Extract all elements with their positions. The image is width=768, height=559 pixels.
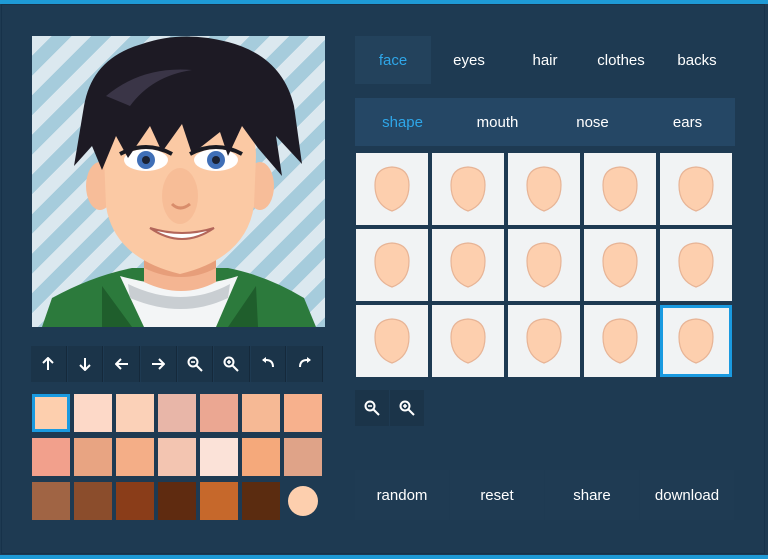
face-shape-icon [526, 166, 562, 212]
skin-swatch[interactable] [116, 438, 154, 476]
skin-swatch[interactable] [200, 394, 238, 432]
grid-zoom-in-button[interactable] [390, 390, 424, 426]
skin-swatch[interactable] [158, 394, 196, 432]
face-shape-icon [450, 242, 486, 288]
tab-backs[interactable]: backs [659, 36, 735, 84]
zoom-out-icon [187, 356, 203, 372]
custom-skin-color[interactable] [288, 486, 318, 516]
skin-swatch[interactable] [32, 482, 70, 520]
face-shape-option[interactable] [660, 229, 732, 301]
avatar-preview [32, 36, 325, 327]
undo-button[interactable] [250, 346, 287, 382]
face-shape-option[interactable] [584, 153, 656, 225]
move-down-button[interactable] [67, 346, 104, 382]
face-shape-icon [526, 318, 562, 364]
face-subtabs: shape mouth nose ears [355, 98, 735, 146]
random-button[interactable]: random [355, 470, 449, 520]
face-shape-icon [602, 318, 638, 364]
subtab-ears[interactable]: ears [640, 98, 735, 146]
arrow-down-icon [79, 358, 91, 371]
subtab-nose[interactable]: nose [545, 98, 640, 146]
face-shape-option[interactable] [660, 305, 732, 377]
redo-icon [298, 357, 311, 368]
skin-swatch[interactable] [242, 438, 280, 476]
face-shape-option[interactable] [356, 229, 428, 301]
zoom-in-icon [223, 356, 240, 372]
grid-zoom-out-button[interactable] [355, 390, 389, 426]
reset-button[interactable]: reset [450, 470, 544, 520]
skin-swatch[interactable] [158, 482, 196, 520]
face-shape-option[interactable] [508, 229, 580, 301]
move-up-button[interactable] [31, 346, 67, 382]
face-shape-icon [678, 166, 714, 212]
face-shape-icon [450, 166, 486, 212]
download-button[interactable]: download [640, 470, 734, 520]
tab-clothes[interactable]: clothes [583, 36, 659, 84]
skin-swatch[interactable] [116, 482, 154, 520]
tab-hair[interactable]: hair [507, 36, 583, 84]
subtab-shape[interactable]: shape [355, 98, 450, 146]
face-shape-icon [602, 242, 638, 288]
skin-swatch[interactable] [74, 394, 112, 432]
face-shape-grid [356, 153, 736, 381]
skin-swatch[interactable] [200, 438, 238, 476]
zoom-in-icon [399, 400, 415, 416]
arrow-right-icon [152, 358, 166, 370]
face-shape-option[interactable] [584, 305, 656, 377]
move-right-button[interactable] [140, 346, 177, 382]
arrow-up-icon [42, 357, 55, 370]
skin-swatch[interactable] [284, 394, 322, 432]
face-shape-icon [678, 242, 714, 288]
avatar-controls-bar [31, 346, 324, 382]
face-shape-icon [374, 242, 410, 288]
skin-swatch[interactable] [32, 394, 70, 432]
zoom-out-icon [364, 400, 380, 416]
face-shape-option[interactable] [584, 229, 656, 301]
zoom-in-button[interactable] [214, 346, 250, 382]
skin-swatch[interactable] [242, 394, 280, 432]
avatar-illustration [42, 36, 316, 327]
face-shape-icon [374, 318, 410, 364]
face-shape-icon [450, 318, 486, 364]
face-shape-option[interactable] [432, 229, 504, 301]
redo-button[interactable] [287, 346, 323, 382]
tab-eyes[interactable]: eyes [431, 36, 507, 84]
undo-icon [262, 357, 275, 368]
face-shape-icon [526, 242, 562, 288]
skin-swatch[interactable] [158, 438, 196, 476]
face-shape-option[interactable] [660, 153, 732, 225]
skin-swatch[interactable] [284, 438, 322, 476]
face-shape-option[interactable] [356, 305, 428, 377]
face-shape-option[interactable] [508, 153, 580, 225]
face-shape-option[interactable] [508, 305, 580, 377]
move-left-button[interactable] [104, 346, 140, 382]
face-shape-option[interactable] [356, 153, 428, 225]
face-shape-icon [602, 166, 638, 212]
face-shape-icon [374, 166, 410, 212]
skin-swatch[interactable] [74, 482, 112, 520]
grid-zoom-controls [355, 390, 425, 426]
face-shape-option[interactable] [432, 305, 504, 377]
arrow-left-icon [114, 358, 128, 370]
skin-swatch[interactable] [74, 438, 112, 476]
tab-face[interactable]: face [355, 36, 431, 84]
zoom-out-button[interactable] [177, 346, 214, 382]
action-buttons: random reset share download [355, 470, 735, 520]
face-shape-icon [678, 318, 714, 364]
face-shape-option[interactable] [432, 153, 504, 225]
skin-color-palette [32, 394, 322, 520]
bottom-accent-bar [0, 555, 768, 559]
category-tabs: face eyes hair clothes backs [355, 36, 735, 84]
skin-swatch[interactable] [200, 482, 238, 520]
subtab-mouth[interactable]: mouth [450, 98, 545, 146]
skin-swatch[interactable] [32, 438, 70, 476]
skin-swatch[interactable] [242, 482, 280, 520]
share-button[interactable]: share [545, 470, 639, 520]
skin-swatch[interactable] [116, 394, 154, 432]
